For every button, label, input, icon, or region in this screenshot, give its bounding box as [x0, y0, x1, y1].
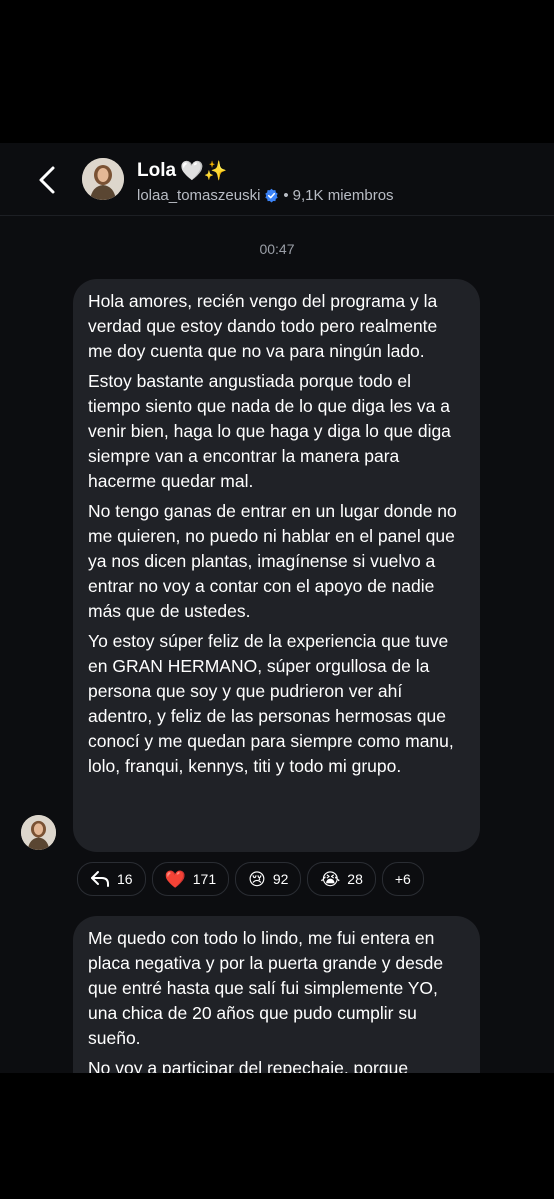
- channel-subtitle: lolaa_tomaszeuski • 9,1K miembros: [137, 185, 394, 205]
- channel-header: Lola 🤍✨ lolaa_tomaszeuski • 9,1K miembro…: [0, 143, 554, 216]
- message-paragraph: No voy a participar del repechaje, porqu…: [88, 1058, 409, 1073]
- bottom-area: [0, 1073, 554, 1199]
- message-paragraph: Hola amores, recién vengo del programa y…: [88, 291, 438, 361]
- message-timestamp: 00:47: [259, 241, 295, 257]
- reaction-crying[interactable]: 😭 28: [307, 862, 376, 896]
- reaction-count: 92: [272, 871, 289, 887]
- sad-face-icon: 😢: [248, 869, 266, 889]
- separator-dot: •: [283, 186, 289, 204]
- channel-avatar[interactable]: [82, 158, 124, 200]
- message-paragraph: Me quedo con todo lo lindo, me fui enter…: [88, 928, 444, 1048]
- title-emojis: 🤍✨: [180, 161, 228, 182]
- reaction-count: 171: [192, 871, 217, 887]
- verified-badge-icon: [265, 188, 279, 202]
- reply-count: 16: [117, 871, 133, 887]
- message-paragraph: No tengo ganas de entrar en un lugar don…: [88, 501, 457, 621]
- message-paragraph: Estoy bastante angustiada porque todo el…: [88, 371, 451, 491]
- more-reactions-button[interactable]: +6: [381, 862, 424, 896]
- message-paragraph: Yo estoy súper feliz de la experiencia q…: [88, 631, 454, 776]
- channel-screen: Lola 🤍✨ lolaa_tomaszeuski • 9,1K miembro…: [0, 143, 554, 1073]
- reaction-count: 28: [347, 871, 363, 887]
- chevron-left-icon: [39, 166, 55, 194]
- reply-icon: [91, 871, 109, 887]
- back-button[interactable]: [30, 163, 64, 197]
- crying-face-icon: 😭: [320, 869, 341, 889]
- member-count: 9,1K miembros: [292, 186, 394, 204]
- message-bubble[interactable]: Hola amores, recién vengo del programa y…: [73, 279, 480, 852]
- channel-title-row: Lola 🤍✨: [137, 158, 227, 184]
- message-bubble[interactable]: Me quedo con todo lo lindo, me fui enter…: [73, 916, 480, 1073]
- more-reactions-count: +6: [394, 871, 411, 887]
- channel-username: lolaa_tomaszeuski: [137, 186, 261, 204]
- reaction-sad[interactable]: 😢 92: [235, 862, 302, 896]
- channel-title: Lola: [137, 160, 177, 181]
- sender-avatar[interactable]: [21, 815, 56, 850]
- reactions-bar: 16 ❤️ 171 😢 92 😭 28 +6: [77, 862, 424, 896]
- heart-icon: ❤️: [164, 869, 186, 889]
- reaction-heart[interactable]: ❤️ 171: [151, 862, 230, 896]
- reply-count-button[interactable]: 16: [77, 862, 146, 896]
